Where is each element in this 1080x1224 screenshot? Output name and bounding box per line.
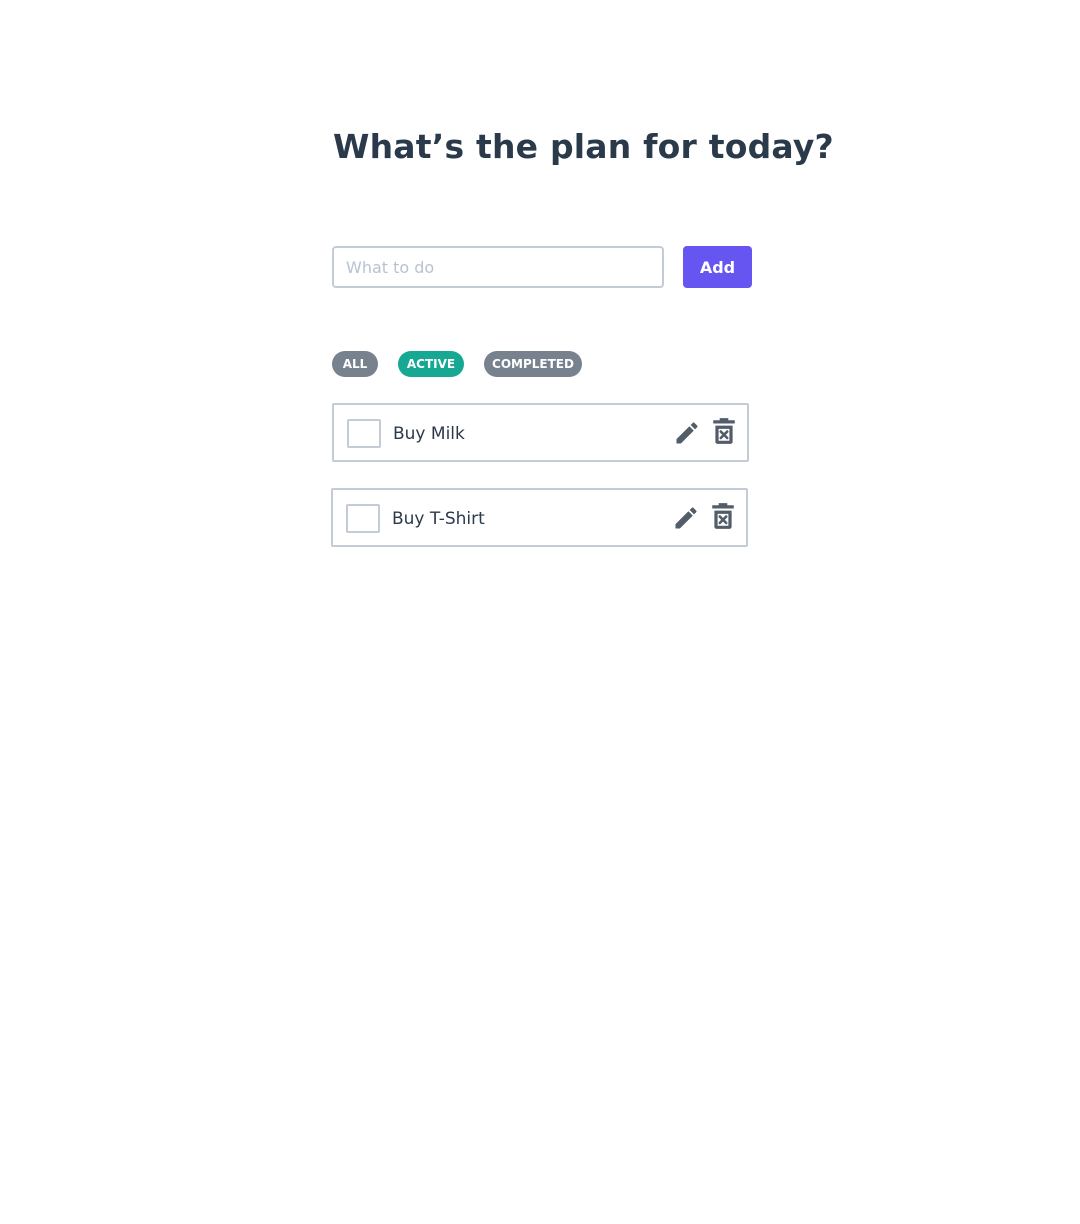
todo-input[interactable] bbox=[332, 246, 664, 288]
page-title: What’s the plan for today? bbox=[333, 127, 834, 167]
filter-completed-button[interactable]: COMPLETED bbox=[484, 351, 582, 377]
filter-active-button[interactable]: ACTIVE bbox=[398, 351, 464, 377]
todo-item: Buy T-Shirt bbox=[331, 488, 748, 547]
todo-text: Buy Milk bbox=[393, 424, 465, 444]
todo-checkbox[interactable] bbox=[347, 419, 381, 448]
filter-all-button[interactable]: ALL bbox=[332, 351, 378, 377]
todo-checkbox[interactable] bbox=[346, 504, 380, 533]
trash-x-icon[interactable] bbox=[711, 417, 737, 445]
todo-text: Buy T-Shirt bbox=[392, 509, 485, 529]
pencil-icon[interactable] bbox=[672, 504, 700, 532]
add-button[interactable]: Add bbox=[683, 246, 752, 288]
trash-x-icon[interactable] bbox=[710, 502, 736, 530]
pencil-icon[interactable] bbox=[673, 419, 701, 447]
todo-item: Buy Milk bbox=[332, 403, 749, 462]
